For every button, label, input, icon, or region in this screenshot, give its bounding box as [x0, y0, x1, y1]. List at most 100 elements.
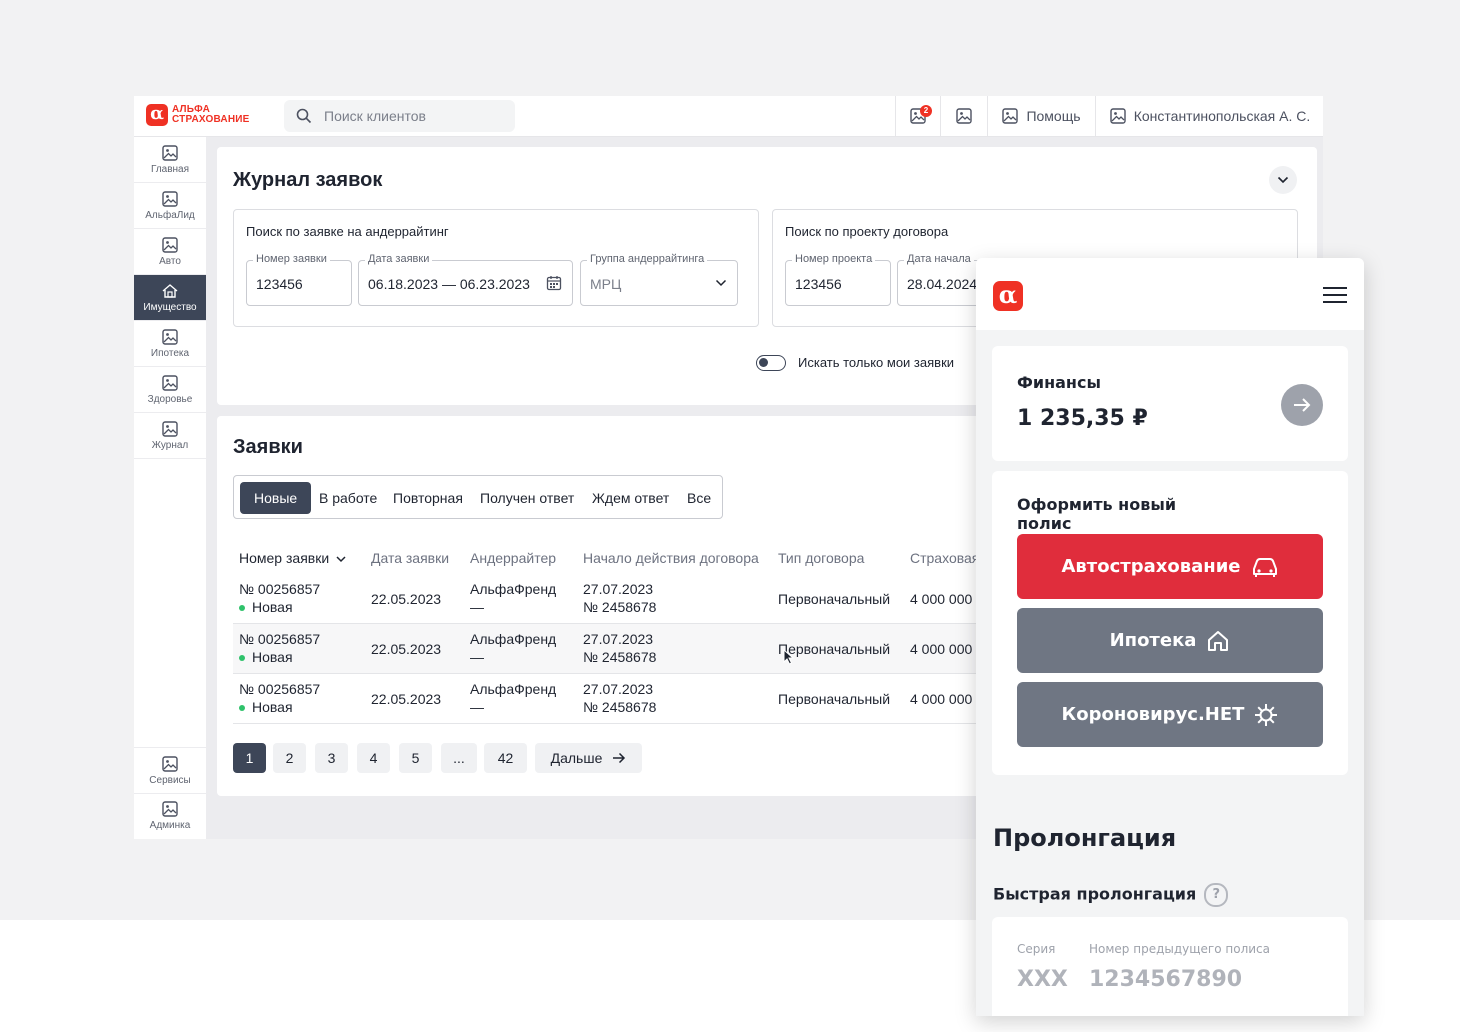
client-search-input[interactable]	[322, 107, 506, 125]
sidebar-item-admin[interactable]: Админка	[134, 793, 206, 838]
row-date: 22.05.2023	[371, 641, 442, 657]
row-type: Первоначальный	[778, 591, 891, 607]
page-button-3[interactable]: 3	[315, 743, 348, 773]
help-button[interactable]: Помощь	[987, 96, 1095, 136]
series-input[interactable]: XXX	[1017, 967, 1068, 992]
user-menu[interactable]: Константинопольская А. С.	[1095, 96, 1323, 136]
auto-insurance-button[interactable]: Автострахование	[1017, 534, 1323, 599]
start-date-value: 28.04.2024	[907, 276, 978, 292]
tab-answer-received[interactable]: Получен ответ	[480, 482, 574, 514]
tab-repeated[interactable]: Повторная	[393, 482, 463, 514]
page-button-4[interactable]: 4	[357, 743, 390, 773]
status-label: Новая	[252, 599, 293, 615]
prolongation-title: Пролонгация	[993, 824, 1177, 852]
row-underwriter: АльфаФренд	[470, 581, 557, 597]
fast-prolongation-label: Быстрая пролонгация	[993, 884, 1197, 904]
row-underwriter-sub: —	[470, 699, 484, 715]
tab-all[interactable]: Все	[687, 482, 711, 514]
virus-icon	[1255, 703, 1278, 726]
mobile-alfa-logo[interactable]: α	[993, 281, 1023, 311]
coronavirus-button[interactable]: Короновирус.НЕТ	[1017, 682, 1323, 747]
row-number: № 00256857	[239, 681, 321, 697]
column-header-underwriter[interactable]: Андеррайтер	[470, 550, 556, 566]
project-number-value: 123456	[795, 276, 842, 292]
alfa-logo-mark: α	[146, 104, 168, 126]
notifications-badge: 2	[920, 105, 932, 117]
only-mine-label: Искать только мои заявки	[798, 355, 955, 370]
page-ellipsis: ...	[441, 743, 477, 773]
status-tabs: Новые В работе Повторная Получен ответ Ж…	[233, 475, 723, 519]
alfa-logo[interactable]: α АЛЬФА СТРАХОВАНИЕ	[146, 104, 250, 126]
column-header-number[interactable]: Номер заявки	[239, 550, 346, 566]
sidebar-item-property[interactable]: Имущество	[134, 275, 206, 321]
image-icon	[162, 144, 178, 161]
row-start: 27.07.2023	[583, 631, 654, 647]
sidebar-item-services[interactable]: Сервисы	[134, 747, 206, 794]
sidebar-item-home[interactable]: Главная	[134, 137, 206, 183]
row-start-sub: № 2458678	[583, 599, 657, 615]
page-button-42[interactable]: 42	[484, 743, 527, 773]
collapse-button[interactable]	[1269, 166, 1297, 194]
finance-card[interactable]: Финансы 1 235,35 ₽	[992, 346, 1348, 461]
image-icon	[162, 236, 178, 253]
page-button-2[interactable]: 2	[273, 743, 306, 773]
next-page-button[interactable]: Дальше	[535, 743, 642, 773]
sidebar: Главная АльфаЛид Авто Имущество Ипотека …	[134, 137, 206, 839]
prev-policy-input[interactable]: 1234567890	[1089, 967, 1242, 992]
row-start-sub: № 2458678	[583, 699, 657, 715]
page-button-1[interactable]: 1	[233, 743, 266, 773]
request-date-value: 06.18.2023 — 06.23.2023	[368, 276, 530, 292]
house-icon	[162, 283, 178, 298]
sidebar-item-health[interactable]: Здоровье	[134, 367, 206, 413]
row-sum: 4 000 000	[910, 591, 973, 607]
tab-new[interactable]: Новые	[240, 482, 312, 514]
top-bar: α АЛЬФА СТРАХОВАНИЕ 2 Помощь Константино…	[134, 96, 1323, 137]
calendar-icon[interactable]	[546, 275, 562, 291]
sidebar-item-alfalid[interactable]: АльфаЛид	[134, 183, 206, 229]
column-header-insurance[interactable]: Страховая	[910, 550, 979, 566]
tab-in-work[interactable]: В работе	[319, 482, 377, 514]
underwriting-group-select[interactable]: Группа андеррайтинга МРЦ	[580, 253, 738, 306]
row-sum: 4 000 000	[910, 641, 973, 657]
hamburger-menu-icon[interactable]	[1322, 285, 1348, 305]
toggle-knob	[759, 358, 768, 367]
gallery-button[interactable]	[940, 96, 987, 136]
image-icon	[162, 190, 178, 207]
column-header-type[interactable]: Тип договора	[778, 550, 864, 566]
search-icon	[296, 108, 312, 124]
row-start: 27.07.2023	[583, 581, 654, 597]
status-label: Новая	[252, 699, 293, 715]
new-policy-title: Оформить новый полис	[1017, 495, 1177, 533]
sidebar-item-mortgage[interactable]: Ипотека	[134, 321, 206, 367]
sidebar-item-label: Авто	[159, 255, 181, 267]
finance-arrow-button[interactable]	[1281, 384, 1323, 426]
coronavirus-label: Короновирус.НЕТ	[1061, 704, 1245, 725]
only-mine-toggle[interactable]	[756, 355, 786, 371]
mobile-header: α	[976, 258, 1364, 330]
client-search[interactable]	[284, 100, 515, 132]
journal-title: Журнал заявок	[233, 169, 383, 191]
request-date-field[interactable]: Дата заявки 06.18.2023 — 06.23.2023	[358, 253, 573, 306]
mobile-app-preview: α Финансы 1 235,35 ₽ Оформить новый поли…	[976, 258, 1364, 1016]
page-button-5[interactable]: 5	[399, 743, 432, 773]
request-number-field[interactable]: Номер заявки 123456	[246, 253, 352, 306]
column-header-date[interactable]: Дата заявки	[371, 550, 449, 566]
sidebar-item-auto[interactable]: Авто	[134, 229, 206, 275]
mortgage-button[interactable]: Ипотека	[1017, 608, 1323, 673]
tab-awaiting-answer[interactable]: Ждем ответ	[592, 482, 669, 514]
request-number-value: 123456	[256, 276, 303, 292]
sidebar-item-label: Здоровье	[147, 393, 193, 405]
status-dot	[239, 605, 245, 612]
column-header-start[interactable]: Начало действия договора	[583, 550, 759, 566]
notifications-button[interactable]: 2	[895, 96, 940, 136]
help-question-icon[interactable]: ?	[1204, 883, 1229, 907]
row-underwriter: АльфаФренд	[470, 631, 557, 647]
row-number: № 00256857	[239, 581, 321, 597]
finance-label: Финансы	[1017, 373, 1101, 392]
sidebar-item-label: АльфаЛид	[145, 209, 195, 221]
image-icon	[162, 800, 178, 817]
car-icon	[1252, 557, 1277, 577]
project-number-field[interactable]: Номер проекта 123456	[785, 253, 891, 306]
sidebar-item-journal[interactable]: Журнал	[134, 413, 206, 459]
chevron-down-icon	[1277, 176, 1289, 184]
